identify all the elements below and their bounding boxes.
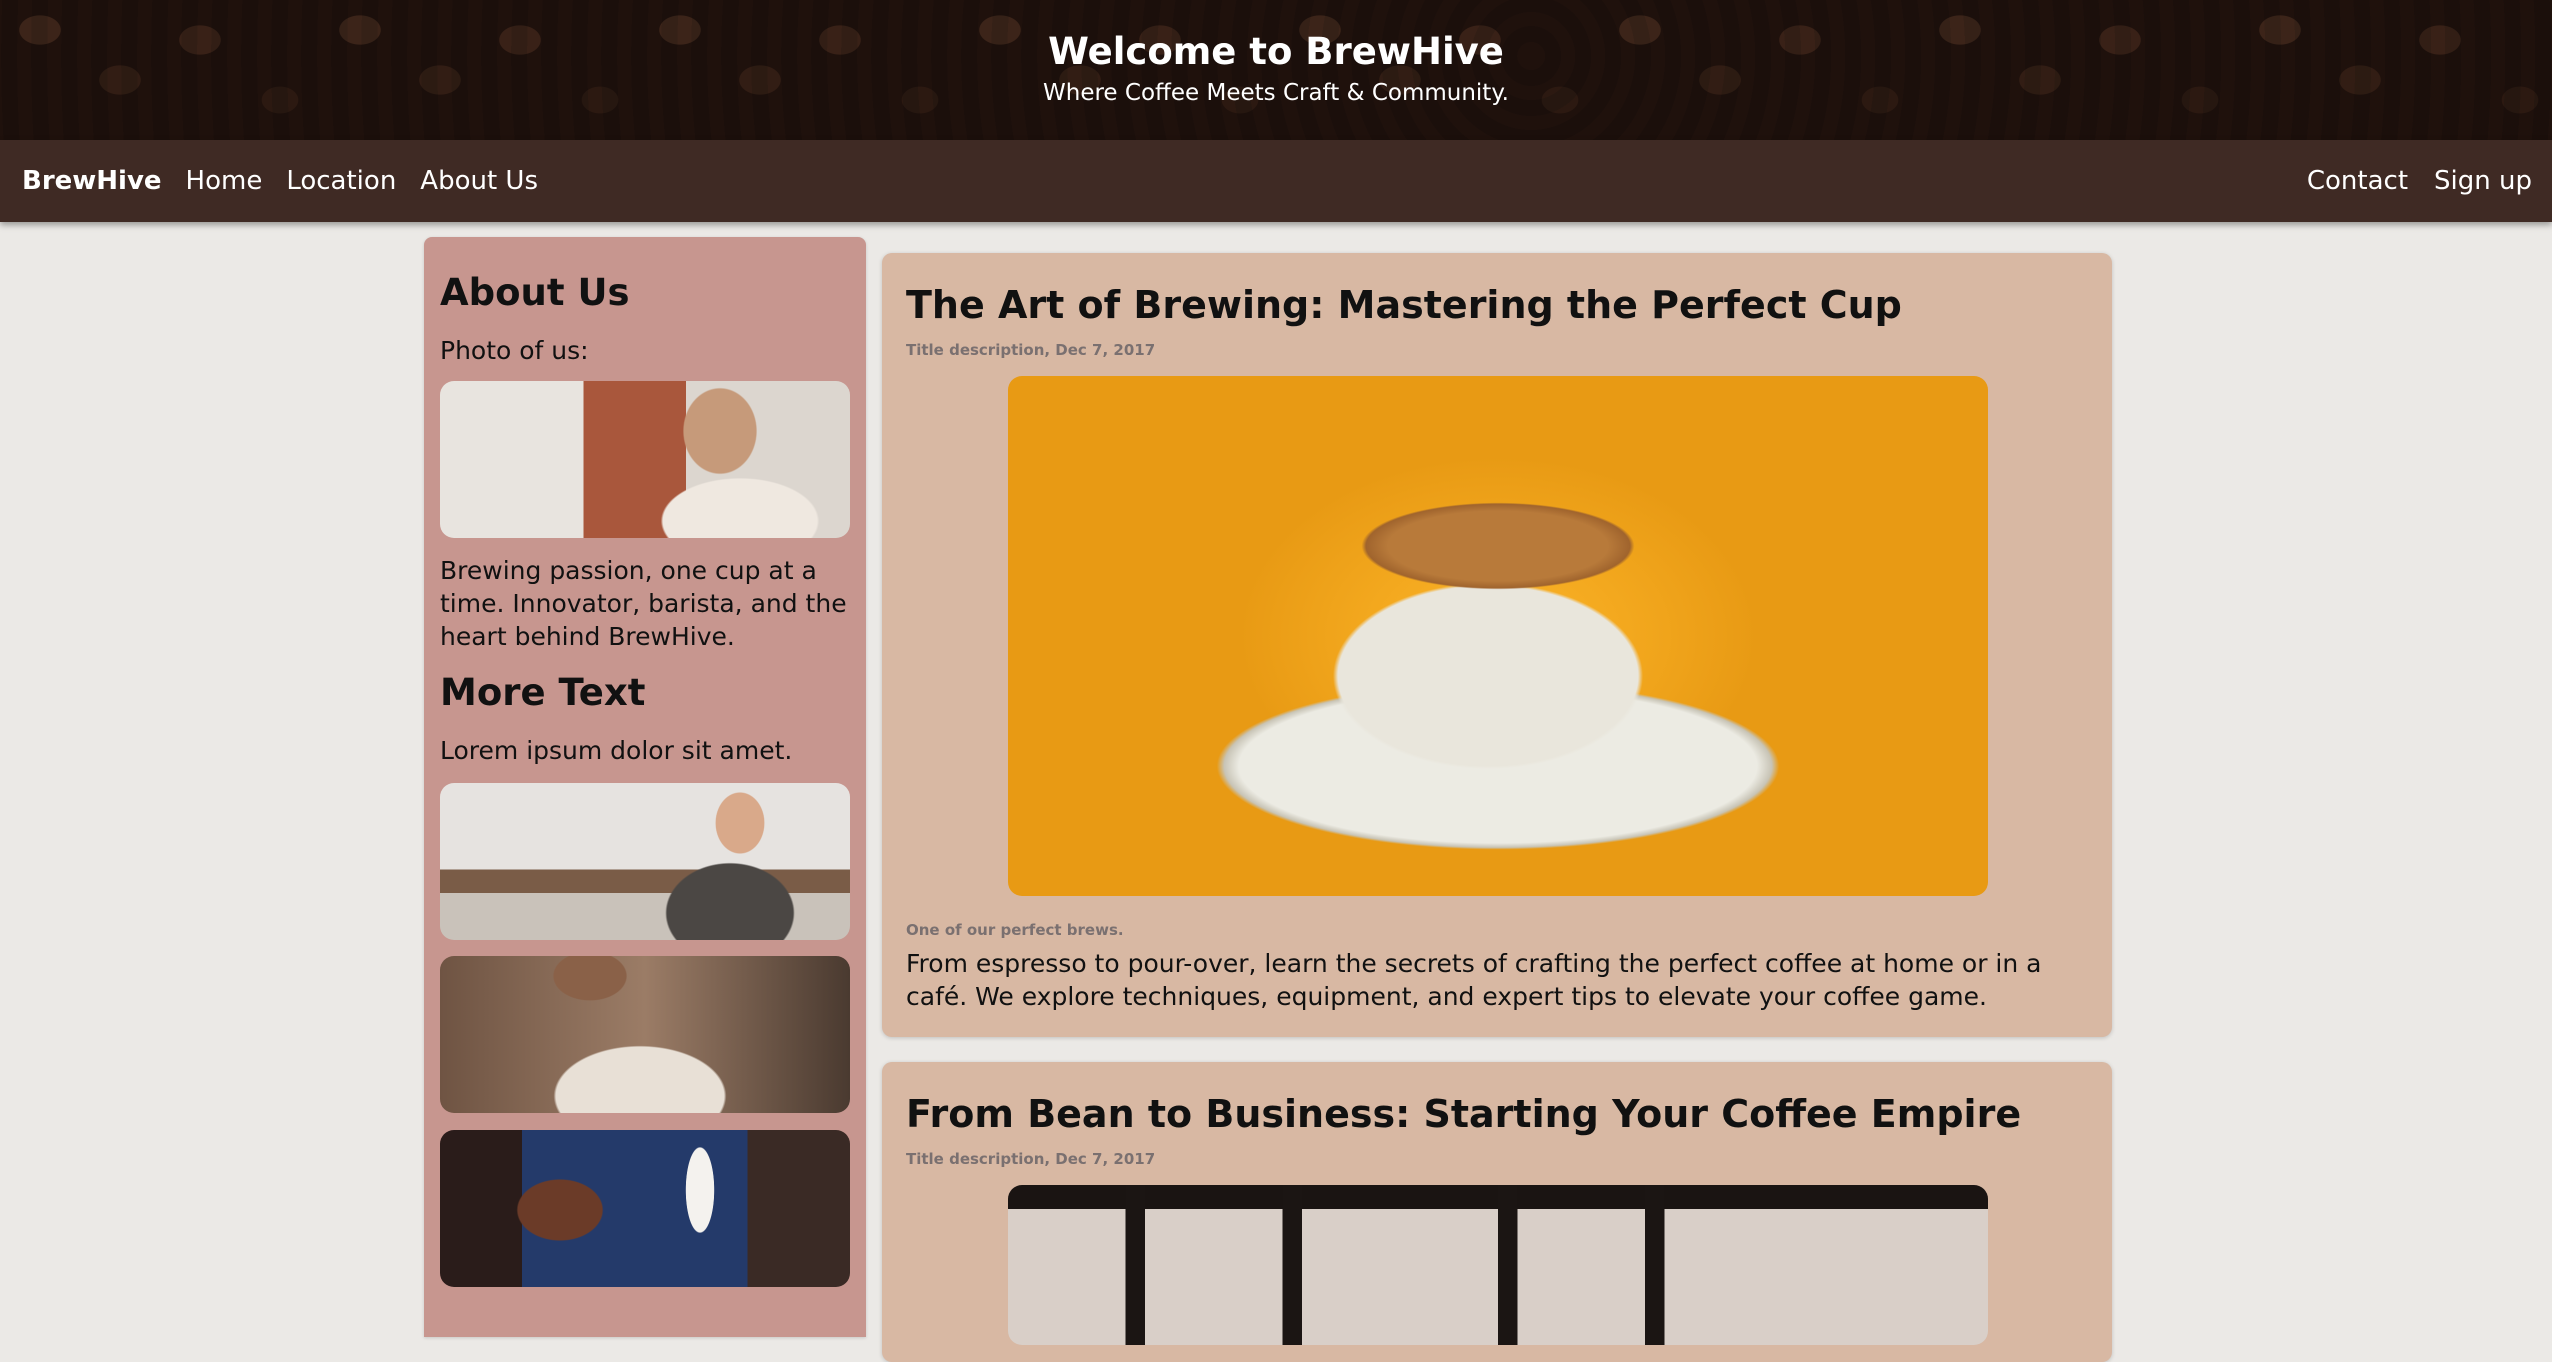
nav-link-location[interactable]: Location xyxy=(286,166,396,196)
about-photo xyxy=(440,381,850,538)
post-title: The Art of Brewing: Mastering the Perfec… xyxy=(906,283,1902,327)
nav-right-group: Contact Sign up xyxy=(2307,140,2532,222)
nav-left-group: BrewHive Home Location About Us xyxy=(22,140,538,222)
post-card: From Bean to Business: Starting Your Cof… xyxy=(882,1062,2112,1362)
more-text-paragraph: Lorem ipsum dolor sit amet. xyxy=(440,736,793,765)
nav-brand-link[interactable]: BrewHive xyxy=(22,166,162,196)
sidebar: About Us Photo of us: Brewing passion, o… xyxy=(424,237,866,1337)
post-image-cafe xyxy=(1008,1185,1988,1345)
top-navbar: BrewHive Home Location About Us Contact … xyxy=(0,140,2552,222)
header-banner: Welcome to BrewHive Where Coffee Meets C… xyxy=(0,0,2552,140)
nav-link-contact[interactable]: Contact xyxy=(2307,166,2408,196)
sidebar-photo-barista-1 xyxy=(440,783,850,940)
sidebar-photo-barista-3 xyxy=(440,1130,850,1287)
nav-link-about-us[interactable]: About Us xyxy=(420,166,538,196)
nav-link-home[interactable]: Home xyxy=(186,166,263,196)
post-body: From espresso to pour-over, learn the se… xyxy=(906,949,2042,1011)
post-title: From Bean to Business: Starting Your Cof… xyxy=(906,1092,2022,1136)
site-title: Welcome to BrewHive xyxy=(1048,30,1504,73)
nav-link-sign-up[interactable]: Sign up xyxy=(2434,166,2532,196)
about-heading: About Us xyxy=(440,271,630,314)
site-subtitle: Where Coffee Meets Craft & Community. xyxy=(1043,80,1509,106)
post-meta: Title description, Dec 7, 2017 xyxy=(906,341,1156,359)
post-image-coffee-cup xyxy=(1008,376,1988,896)
photo-label: Photo of us: xyxy=(440,336,589,365)
sidebar-photo-barista-2 xyxy=(440,956,850,1113)
more-text-heading: More Text xyxy=(440,671,646,714)
post-card: The Art of Brewing: Mastering the Perfec… xyxy=(882,253,2112,1037)
post-meta: Title description, Dec 7, 2017 xyxy=(906,1150,1156,1168)
about-text: Brewing passion, one cup at a time. Inno… xyxy=(440,556,847,651)
post-image-caption: One of our perfect brews. xyxy=(906,921,1124,939)
